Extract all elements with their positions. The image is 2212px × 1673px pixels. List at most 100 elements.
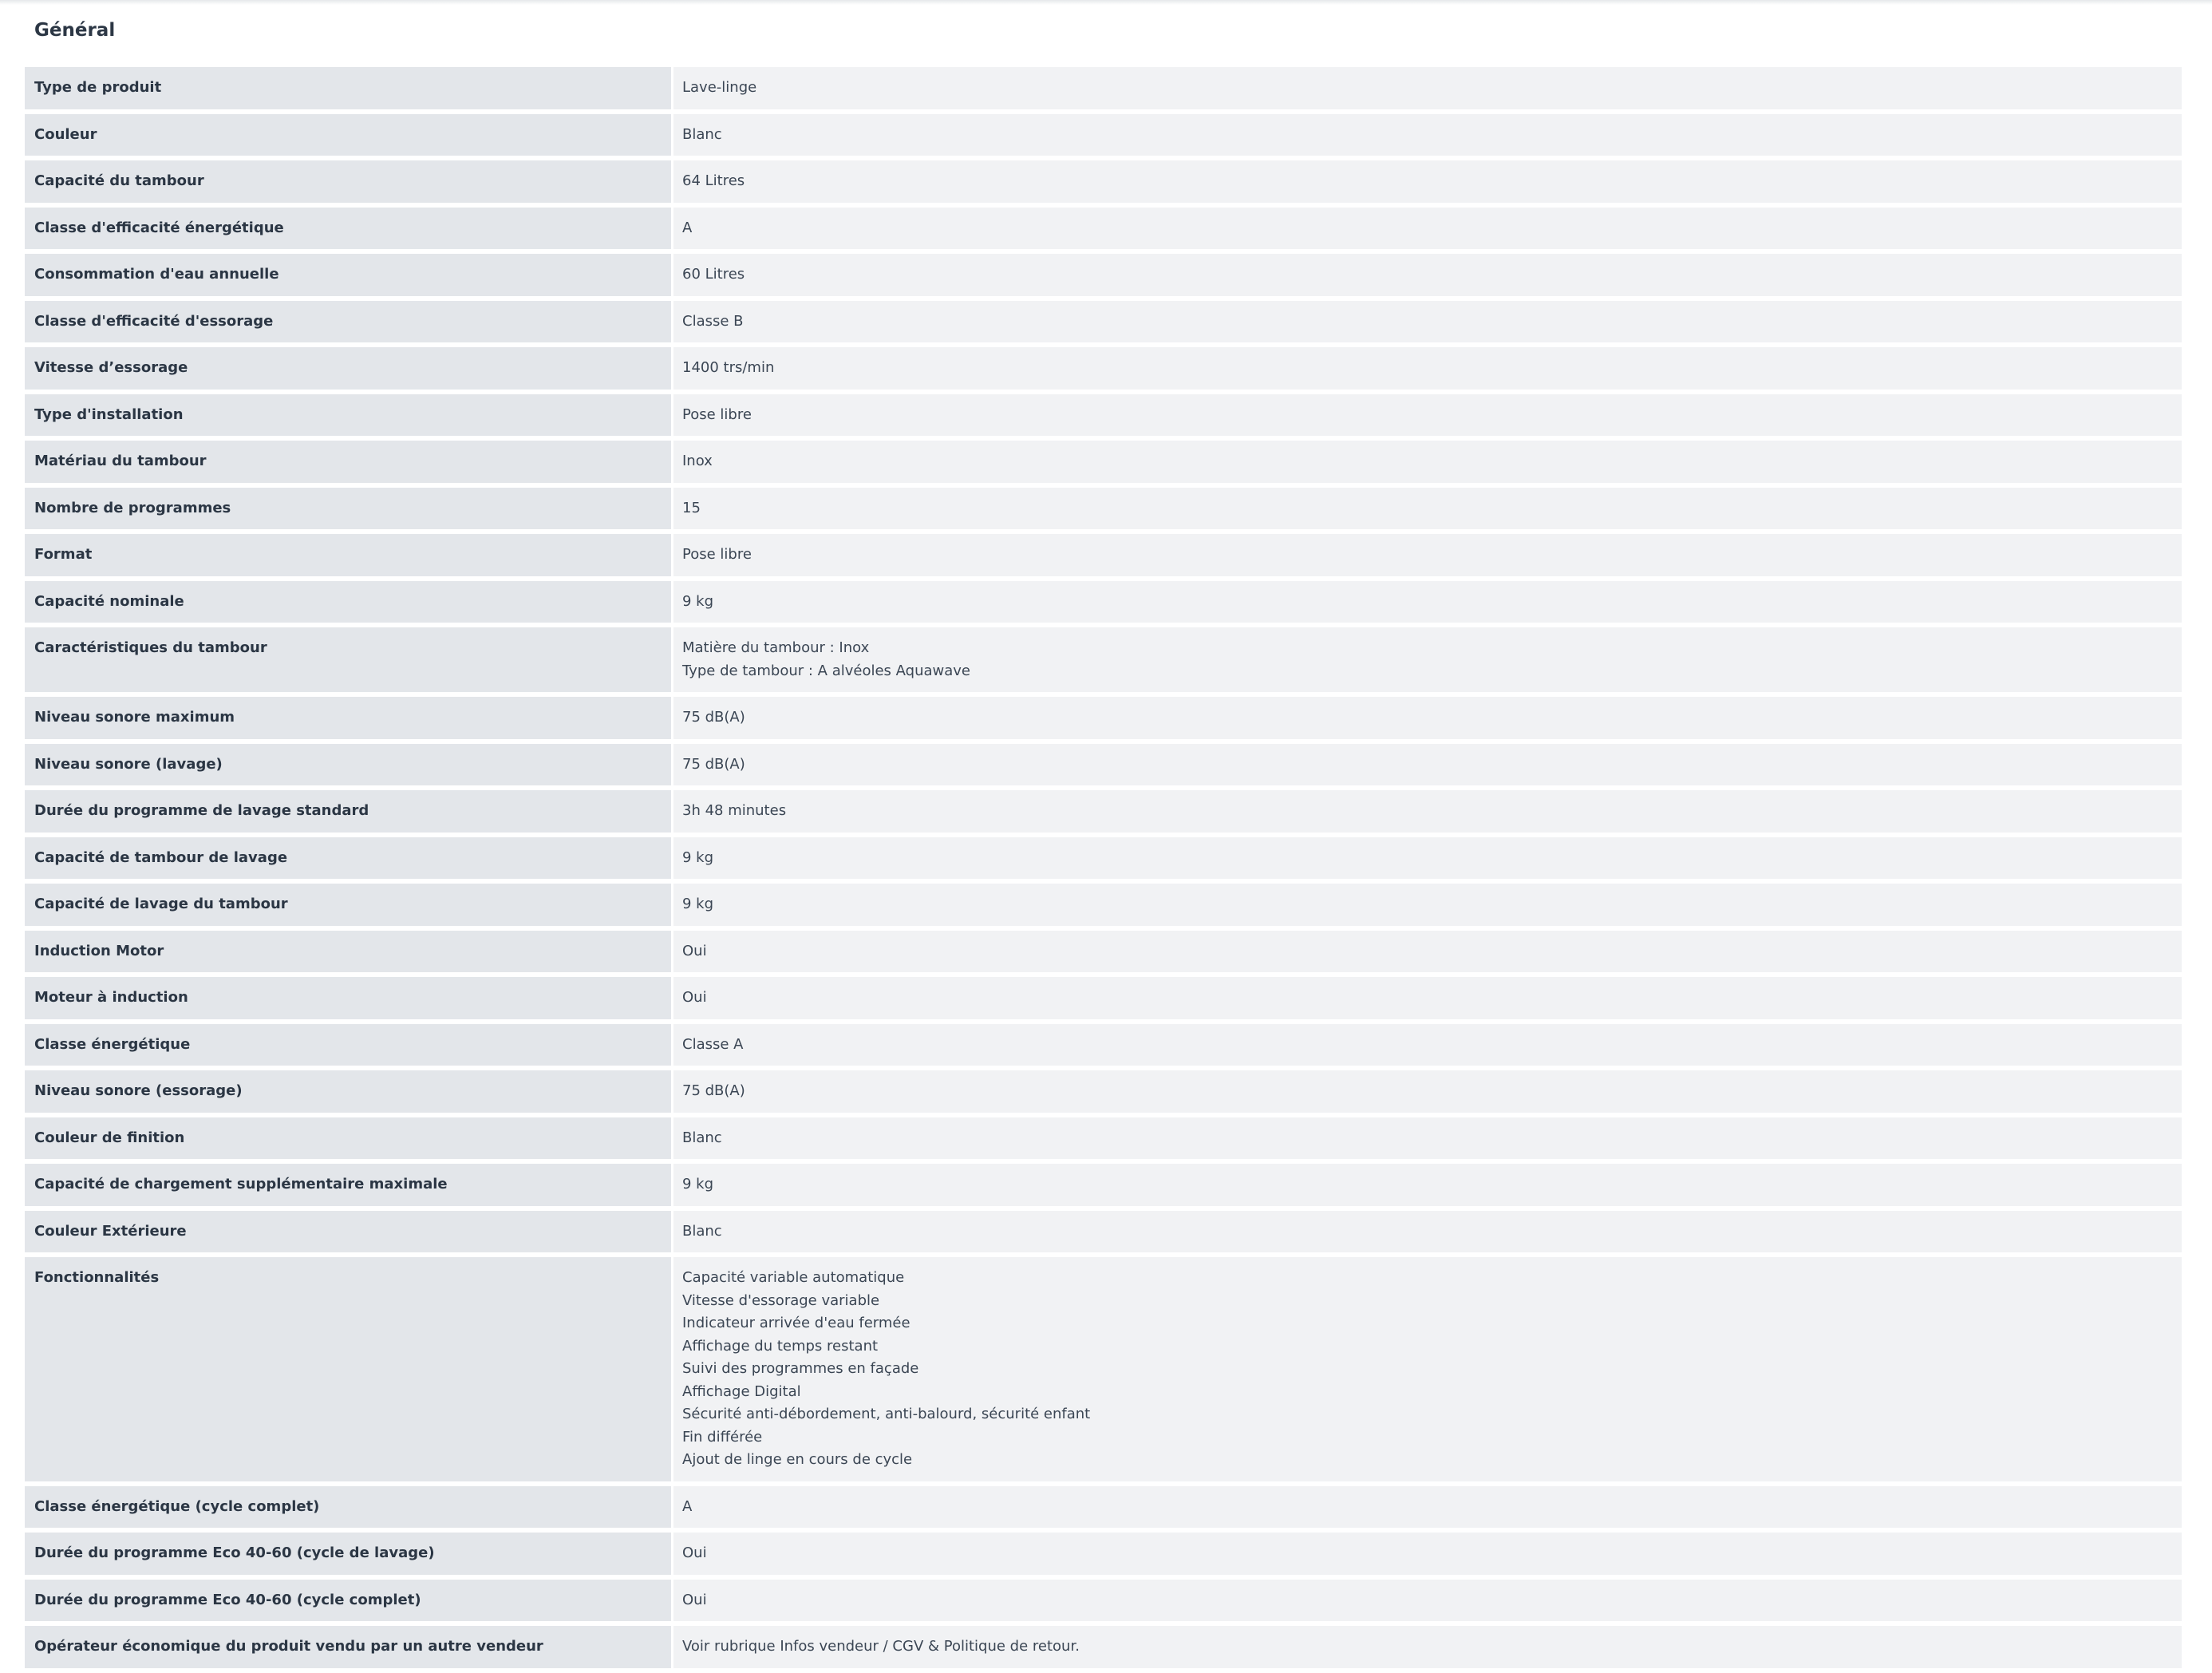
spec-value: Oui bbox=[673, 1579, 2182, 1621]
spec-value: 64 Litres bbox=[673, 160, 2182, 203]
spec-row: Capacité de lavage du tambour 9 kg bbox=[25, 884, 2182, 926]
spec-row: Format Pose libre bbox=[25, 534, 2182, 576]
spec-value: 1400 trs/min bbox=[673, 347, 2182, 390]
spec-value: A bbox=[673, 207, 2182, 249]
spec-value-line: Ajout de linge en cours de cycle bbox=[682, 1451, 913, 1468]
spec-value: Blanc bbox=[673, 113, 2182, 156]
spec-value-line: Type de tambour : A alvéoles Aquawave bbox=[682, 662, 970, 679]
spec-value-line: Oui bbox=[682, 1591, 707, 1608]
spec-label: Couleur Extérieure bbox=[25, 1210, 671, 1252]
spec-row: Consommation d'eau annuelle 60 Litres bbox=[25, 254, 2182, 296]
spec-row: Capacité nominale 9 kg bbox=[25, 580, 2182, 623]
spec-label: Classe d'efficacité énergétique bbox=[25, 207, 671, 249]
spec-value: Lave-linge bbox=[673, 67, 2182, 109]
spec-row: Caractéristiques du tambour Matière du ta… bbox=[25, 627, 2182, 692]
spec-row: Durée du programme Eco 40-60 (cycle de l… bbox=[25, 1533, 2182, 1575]
spec-row: Type de produit Lave-linge bbox=[25, 67, 2182, 109]
spec-value-line: Sécurité anti-débordement, anti-balourd,… bbox=[682, 1406, 1091, 1422]
spec-value-line: Classe A bbox=[682, 1035, 744, 1053]
spec-value-line: Oui bbox=[682, 989, 707, 1006]
spec-value: Blanc bbox=[673, 1117, 2182, 1159]
spec-value: 60 Litres bbox=[673, 254, 2182, 296]
spec-label: Opérateur économique du produit vendu pa… bbox=[25, 1626, 671, 1668]
spec-value-line: Pose libre bbox=[682, 405, 752, 423]
spec-value-line: 75 dB(A) bbox=[682, 1082, 745, 1099]
spec-value-line: A bbox=[682, 219, 693, 236]
spec-row: Niveau sonore (lavage) 75 dB(A) bbox=[25, 743, 2182, 785]
spec-label: Type de produit bbox=[25, 67, 671, 109]
spec-value-line: A bbox=[682, 1497, 693, 1515]
spec-value: 75 dB(A) bbox=[673, 697, 2182, 739]
spec-value-line: 3h 48 minutes bbox=[682, 802, 787, 819]
spec-value: Classe A bbox=[673, 1023, 2182, 1066]
spec-label: Consommation d'eau annuelle bbox=[25, 254, 671, 296]
spec-value: Oui bbox=[673, 1533, 2182, 1575]
spec-value: Blanc bbox=[673, 1210, 2182, 1252]
spec-row: Durée du programme de lavage standard 3h … bbox=[25, 790, 2182, 833]
spec-value-line: Fin différée bbox=[682, 1428, 763, 1446]
spec-row: Nombre de programmes 15 bbox=[25, 487, 2182, 529]
top-divider bbox=[0, 0, 2212, 5]
spec-value-line: Oui bbox=[682, 942, 707, 959]
spec-label: Capacité du tambour bbox=[25, 160, 671, 203]
spec-value: Capacité variable automatique Vitesse d'e… bbox=[673, 1257, 2182, 1481]
spec-row: Couleur Extérieure Blanc bbox=[25, 1210, 2182, 1252]
spec-label: Durée du programme Eco 40-60 (cycle comp… bbox=[25, 1579, 671, 1621]
spec-label: Capacité nominale bbox=[25, 580, 671, 623]
spec-value-line: 75 dB(A) bbox=[682, 755, 745, 773]
spec-label: Moteur à induction bbox=[25, 977, 671, 1019]
spec-value-line: 60 Litres bbox=[682, 266, 745, 283]
spec-value: 9 kg bbox=[673, 836, 2182, 879]
spec-value-line: 9 kg bbox=[682, 1176, 714, 1192]
spec-row: Opérateur économique du produit vendu pa… bbox=[25, 1626, 2182, 1668]
spec-row: Vitesse d’essorage 1400 trs/min bbox=[25, 347, 2182, 390]
spec-row: Matériau du tambour Inox bbox=[25, 441, 2182, 483]
spec-label: Niveau sonore (essorage) bbox=[25, 1070, 671, 1113]
spec-value: Oui bbox=[673, 977, 2182, 1019]
spec-value-line: Classe B bbox=[682, 312, 744, 330]
spec-row: Classe d'efficacité d'essorage Classe B bbox=[25, 300, 2182, 342]
spec-value-line: Indicateur arrivée d'eau fermée bbox=[682, 1315, 910, 1331]
spec-row: Moteur à induction Oui bbox=[25, 977, 2182, 1019]
spec-value: Inox bbox=[673, 441, 2182, 483]
spec-value-line: Lave-linge bbox=[682, 79, 757, 96]
spec-value: A bbox=[673, 1485, 2182, 1528]
spec-label: Classe énergétique bbox=[25, 1023, 671, 1066]
spec-value: Pose libre bbox=[673, 394, 2182, 436]
spec-label: Couleur bbox=[25, 113, 671, 156]
spec-label: Matériau du tambour bbox=[25, 441, 671, 483]
spec-row: Classe énergétique (cycle complet) A bbox=[25, 1485, 2182, 1528]
spec-row: Type d'installation Pose libre bbox=[25, 394, 2182, 436]
spec-row: Induction Motor Oui bbox=[25, 930, 2182, 972]
section-title: Général bbox=[34, 20, 116, 41]
spec-label: Capacité de tambour de lavage bbox=[25, 836, 671, 879]
spec-label: Niveau sonore maximum bbox=[25, 697, 671, 739]
spec-value-line: Blanc bbox=[682, 125, 722, 143]
spec-value: Pose libre bbox=[673, 534, 2182, 576]
spec-value: Oui bbox=[673, 930, 2182, 972]
spec-value-line: 9 kg bbox=[682, 592, 714, 610]
spec-row: Fonctionnalités Capacité variable automat… bbox=[25, 1257, 2182, 1481]
spec-value-line: Blanc bbox=[682, 1129, 722, 1146]
spec-value: 3h 48 minutes bbox=[673, 790, 2182, 833]
spec-value-line: Vitesse d'essorage variable bbox=[682, 1291, 880, 1309]
spec-value-line: Affichage Digital bbox=[682, 1382, 801, 1400]
spec-label: Classe énergétique (cycle complet) bbox=[25, 1485, 671, 1528]
spec-value-line: Voir rubrique Infos vendeur / CGV & Poli… bbox=[682, 1638, 1080, 1655]
spec-value-line: 9 kg bbox=[682, 896, 714, 912]
spec-row: Durée du programme Eco 40-60 (cycle comp… bbox=[25, 1579, 2182, 1621]
spec-value: 75 dB(A) bbox=[673, 743, 2182, 785]
spec-value: 9 kg bbox=[673, 1164, 2182, 1206]
spec-value: Classe B bbox=[673, 300, 2182, 342]
spec-row: Niveau sonore maximum 75 dB(A) bbox=[25, 697, 2182, 739]
spec-value-line: Matière du tambour : Inox bbox=[682, 639, 870, 656]
spec-table: Type de produit Lave-linge Couleur Blanc Cap… bbox=[25, 67, 2182, 1673]
spec-label: Type d'installation bbox=[25, 394, 671, 436]
spec-value: Matière du tambour : Inox Type de tambour… bbox=[673, 627, 2182, 692]
spec-value-line: 75 dB(A) bbox=[682, 709, 745, 726]
spec-value: 9 kg bbox=[673, 580, 2182, 623]
spec-value-line: Pose libre bbox=[682, 546, 752, 563]
spec-value: 15 bbox=[673, 487, 2182, 529]
spec-value-line: 1400 trs/min bbox=[682, 359, 775, 376]
spec-row: Classe d'efficacité énergétique A bbox=[25, 207, 2182, 249]
